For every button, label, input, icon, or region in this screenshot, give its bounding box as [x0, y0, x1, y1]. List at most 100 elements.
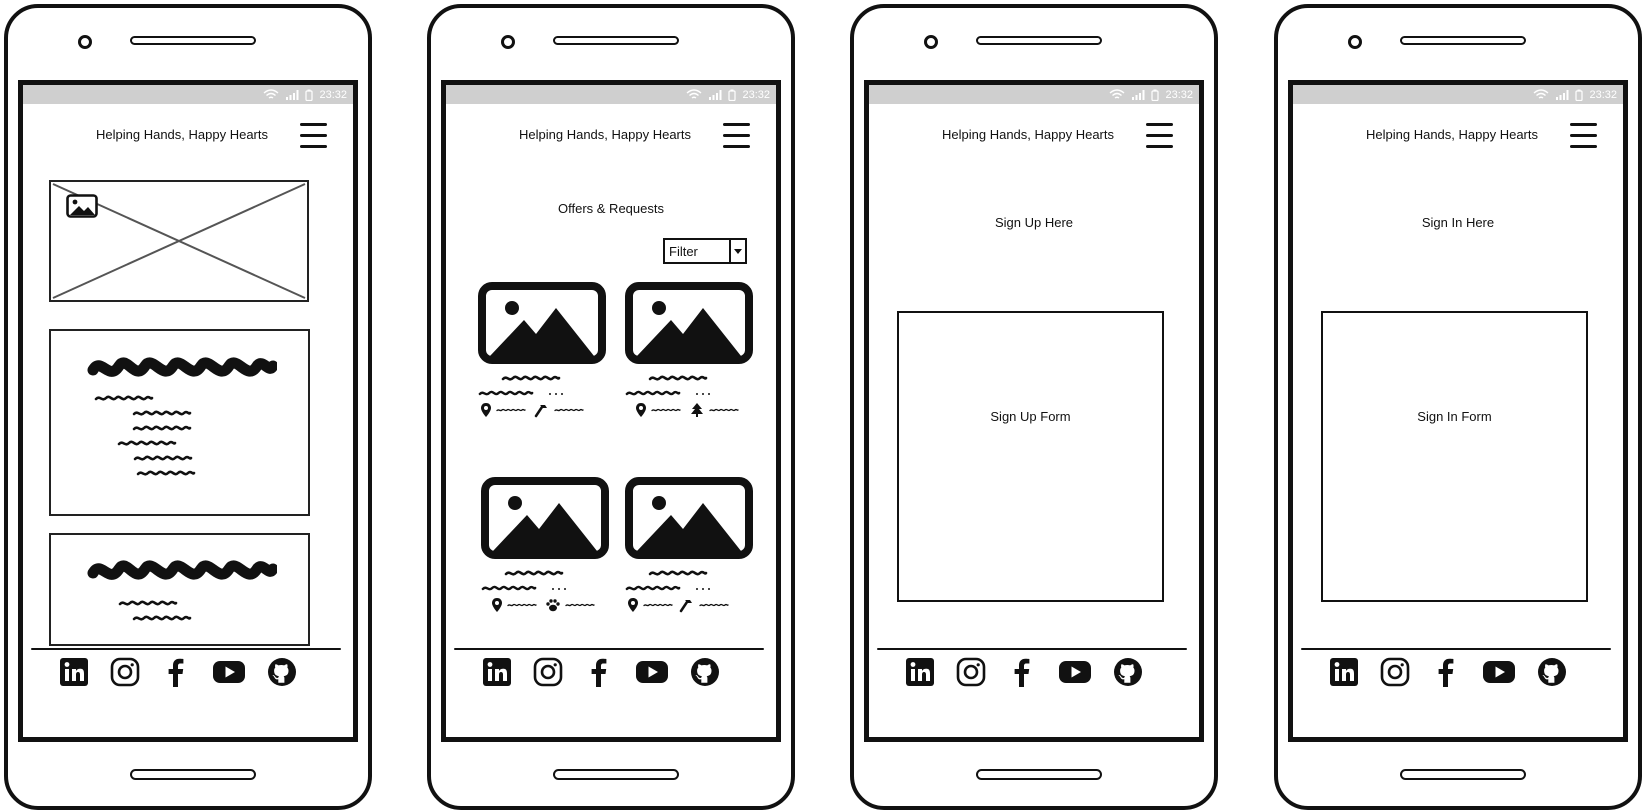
signal-icon — [1556, 90, 1569, 100]
camera-dot — [924, 35, 938, 49]
signal-icon — [1132, 90, 1145, 100]
location-scribble — [643, 600, 673, 610]
speaker-slot — [1400, 36, 1526, 45]
github-icon[interactable] — [1537, 657, 1567, 687]
instagram-icon[interactable] — [110, 657, 140, 687]
category-scribble — [554, 405, 584, 415]
linkedin-icon[interactable] — [1329, 657, 1359, 687]
phone-frame-home: 23:32 Helping Hands, Happy Hearts — [4, 4, 372, 810]
listing-card[interactable] — [625, 477, 753, 613]
form-label: Sign In Form — [1417, 409, 1492, 424]
home-button[interactable] — [1400, 769, 1526, 780]
github-icon[interactable] — [690, 657, 720, 687]
battery-icon — [1575, 89, 1584, 101]
location-scribble — [496, 405, 526, 415]
phone-frame-offers: 23:32 Helping Hands, Happy Hearts Offers… — [427, 4, 795, 810]
screen-home: 23:32 Helping Hands, Happy Hearts — [18, 80, 358, 742]
listing-meta — [480, 402, 606, 418]
listing-text-scribble — [481, 568, 566, 591]
screen-offers: 23:32 Helping Hands, Happy Hearts Offers… — [441, 80, 781, 742]
card-text-scribble — [68, 393, 268, 493]
listing-card[interactable] — [478, 282, 606, 418]
facebook-icon[interactable] — [1007, 657, 1037, 687]
hero-image-placeholder — [49, 180, 309, 302]
social-links — [482, 657, 720, 687]
wifi-icon — [264, 89, 279, 99]
status-time: 23:32 — [1589, 88, 1617, 101]
listing-image-icon — [478, 282, 606, 368]
content-card — [49, 329, 310, 516]
social-links — [905, 657, 1143, 687]
location-scribble — [651, 405, 681, 415]
youtube-icon[interactable] — [635, 660, 669, 684]
signin-form[interactable]: Sign In Form — [1321, 311, 1588, 602]
wifi-icon — [1110, 89, 1125, 99]
status-time: 23:32 — [742, 88, 770, 101]
listing-card[interactable] — [481, 477, 609, 613]
footer-divider — [877, 648, 1187, 650]
listing-text-scribble — [478, 373, 563, 396]
app-title: Helping Hands, Happy Hearts — [942, 127, 1114, 142]
screen-signin: 23:32 Helping Hands, Happy Hearts Sign I… — [1288, 80, 1628, 742]
facebook-icon[interactable] — [584, 657, 614, 687]
filter-dropdown[interactable]: Filter — [663, 238, 747, 264]
status-bar: 23:32 — [446, 85, 776, 104]
battery-icon — [305, 89, 314, 101]
category-scribble — [699, 600, 729, 610]
app-title: Helping Hands, Happy Hearts — [1366, 127, 1538, 142]
linkedin-icon[interactable] — [482, 657, 512, 687]
app-title: Helping Hands, Happy Hearts — [96, 127, 268, 142]
home-button[interactable] — [553, 769, 679, 780]
listing-meta — [635, 402, 753, 418]
home-button[interactable] — [976, 769, 1102, 780]
listing-image-icon — [481, 477, 609, 563]
hamburger-menu-icon[interactable] — [1570, 123, 1597, 148]
instagram-icon[interactable] — [533, 657, 563, 687]
location-pin-icon — [491, 597, 503, 613]
speaker-slot — [130, 36, 256, 45]
location-pin-icon — [635, 402, 647, 418]
social-links — [1329, 657, 1567, 687]
footer-divider — [31, 648, 341, 650]
linkedin-icon[interactable] — [905, 657, 935, 687]
camera-dot — [501, 35, 515, 49]
youtube-icon[interactable] — [212, 660, 246, 684]
page-title: Offers & Requests — [558, 201, 664, 216]
speaker-slot — [553, 36, 679, 45]
youtube-icon[interactable] — [1482, 660, 1516, 684]
status-bar: 23:32 — [869, 85, 1199, 104]
camera-dot — [1348, 35, 1362, 49]
hamburger-menu-icon[interactable] — [1146, 123, 1173, 148]
tree-icon — [689, 402, 705, 418]
facebook-icon[interactable] — [161, 657, 191, 687]
speaker-slot — [976, 36, 1102, 45]
screen-signup: 23:32 Helping Hands, Happy Hearts Sign U… — [864, 80, 1204, 742]
hamburger-menu-icon[interactable] — [723, 123, 750, 148]
listing-card[interactable] — [625, 282, 753, 418]
listing-image-icon — [625, 282, 753, 368]
status-bar: 23:32 — [1293, 85, 1623, 104]
signup-form[interactable]: Sign Up Form — [897, 311, 1164, 602]
category-scribble — [565, 600, 595, 610]
phone-frame-signin: 23:32 Helping Hands, Happy Hearts Sign I… — [1274, 4, 1642, 810]
home-button[interactable] — [130, 769, 256, 780]
chevron-down-icon[interactable] — [729, 240, 745, 262]
github-icon[interactable] — [267, 657, 297, 687]
phone-frame-signup: 23:32 Helping Hands, Happy Hearts Sign U… — [850, 4, 1218, 810]
page-title: Sign Up Here — [994, 215, 1074, 230]
facebook-icon[interactable] — [1431, 657, 1461, 687]
listing-meta — [491, 597, 609, 613]
page-title: Sign In Here — [1421, 215, 1495, 230]
battery-icon — [1151, 89, 1160, 101]
listing-text-scribble — [625, 373, 710, 396]
instagram-icon[interactable] — [956, 657, 986, 687]
github-icon[interactable] — [1113, 657, 1143, 687]
signal-icon — [709, 90, 722, 100]
category-scribble — [709, 405, 739, 415]
instagram-icon[interactable] — [1380, 657, 1410, 687]
youtube-icon[interactable] — [1058, 660, 1092, 684]
camera-dot — [78, 35, 92, 49]
linkedin-icon[interactable] — [59, 657, 89, 687]
form-label: Sign Up Form — [990, 409, 1071, 424]
hamburger-menu-icon[interactable] — [300, 123, 327, 148]
